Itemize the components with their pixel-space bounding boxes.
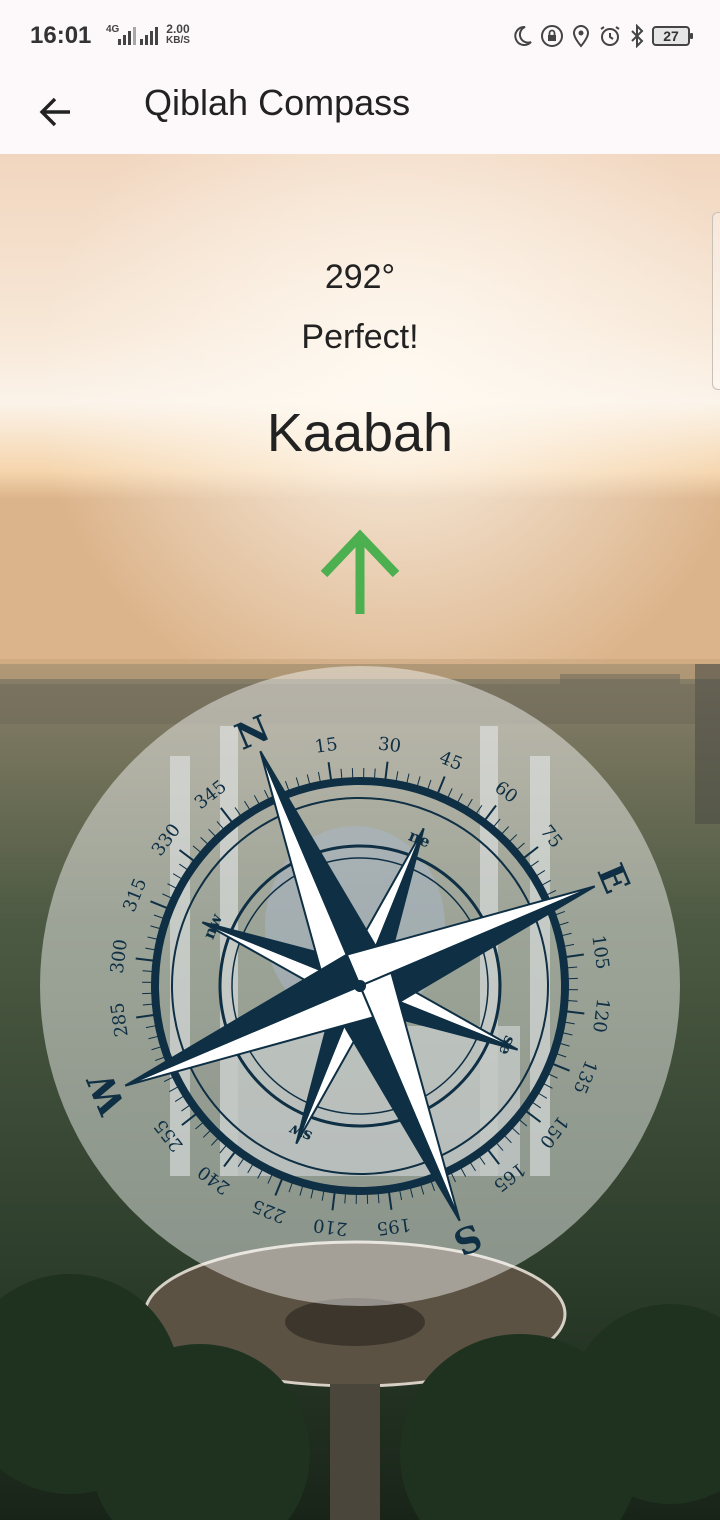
degree-label: 210 xyxy=(312,1214,349,1239)
scroll-indicator[interactable] xyxy=(712,212,720,390)
back-button[interactable] xyxy=(28,84,84,140)
arrow-up-icon xyxy=(320,529,400,614)
status-time: 16:01 xyxy=(30,22,92,49)
alignment-status: Perfect! xyxy=(301,318,419,356)
location-icon xyxy=(572,24,590,48)
target-label: Kaabah xyxy=(266,403,454,463)
page-title: Qiblah Compass xyxy=(144,82,411,123)
degree-label: 15 xyxy=(313,734,339,758)
qiblah-screen: 292° Perfect! Kaabah N E S Wne se sw nw 15 30 45 6… xyxy=(0,154,720,1520)
qiblah-degree: 292° xyxy=(324,258,396,296)
qiblah-compass[interactable]: NESWneseswnw15 30456075105120135150165195… xyxy=(40,666,680,1306)
bluetooth-icon xyxy=(631,24,644,48)
degree-label: 300 xyxy=(107,938,132,975)
status-icons: 27 xyxy=(510,22,693,50)
network-speed: 2.00 KB/S xyxy=(166,22,190,46)
degree-label: 120 xyxy=(588,997,613,1034)
moon-icon xyxy=(514,25,532,46)
alarm-icon xyxy=(600,26,620,46)
network-speed-value: 2.00 xyxy=(166,22,190,36)
signal-icon xyxy=(118,27,136,45)
battery-level: 27 xyxy=(663,28,679,44)
app-bar: Qiblah Compass xyxy=(0,72,720,154)
signal-icon xyxy=(140,27,158,45)
network-speed-unit: KB/S xyxy=(166,35,190,46)
status-bar: 16:01 4G 2.00 KB/S 27 xyxy=(0,0,720,72)
lock-icon xyxy=(541,25,563,47)
degree-label: 30 xyxy=(377,733,402,757)
battery-icon: 27 xyxy=(652,26,693,46)
arrow-left-icon xyxy=(39,97,70,127)
